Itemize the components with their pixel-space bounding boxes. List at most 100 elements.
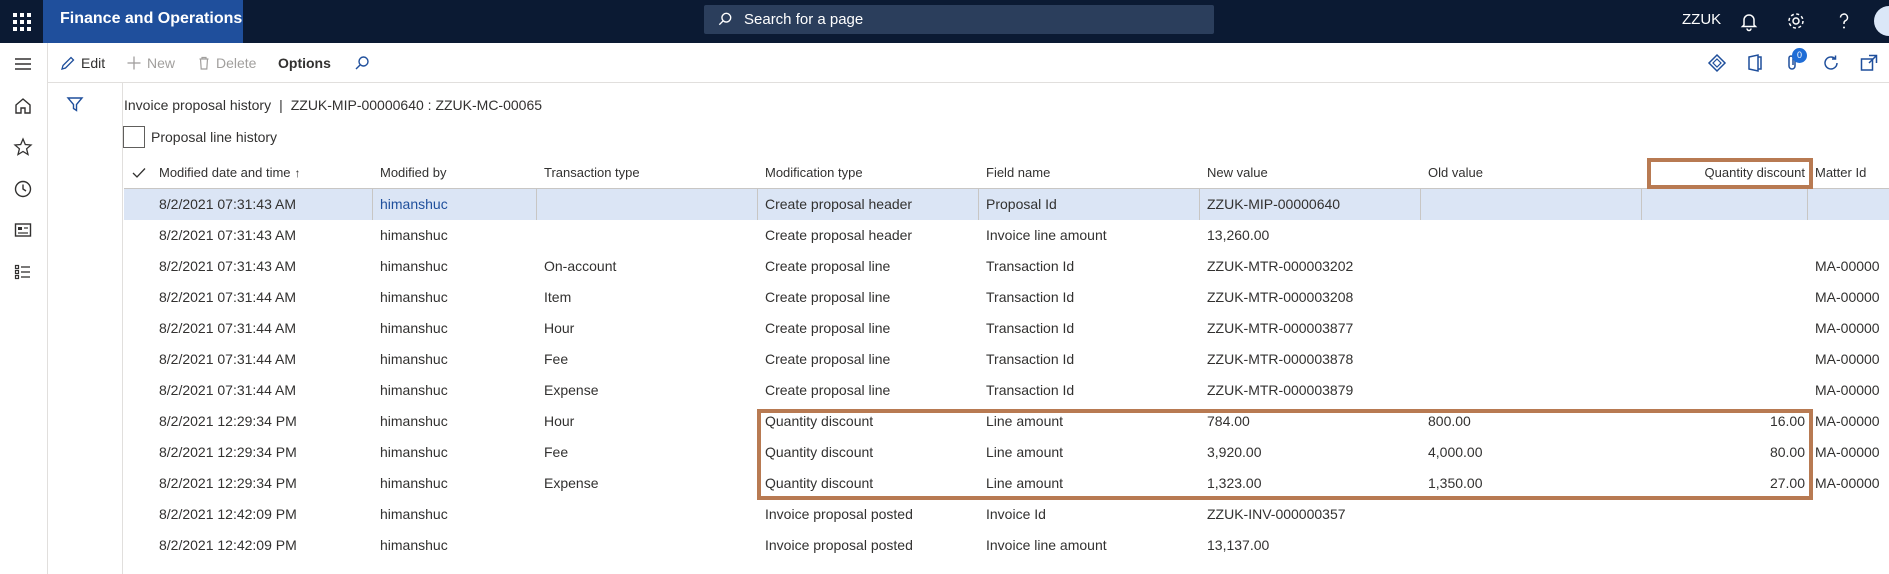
help-icon[interactable] (1833, 10, 1855, 32)
highlight-box-quantity-discount-header (1647, 158, 1813, 189)
table-row[interactable]: 8/2/2021 07:31:44 AM himanshuc Hour Create … (124, 313, 1889, 344)
cell-old-value (1428, 530, 1628, 561)
cell-transaction-type: Fee (544, 444, 569, 460)
cell-transaction-type: On-account (544, 258, 617, 274)
column-header-label: Modified date and time (159, 165, 291, 180)
edit-button[interactable]: Edit (60, 43, 120, 83)
cell-new-value: ZZUK-MTR-000003202 (1207, 258, 1354, 274)
cell-modification-type: Create proposal header (765, 196, 913, 212)
cell-quantity-discount (1649, 375, 1805, 406)
power-apps-diamond-icon[interactable] (1706, 52, 1728, 74)
table-row[interactable]: 8/2/2021 07:31:43 AM himanshuc Create prop… (124, 220, 1889, 251)
table-row[interactable]: 8/2/2021 07:31:44 AM himanshuc Fee Create p… (124, 344, 1889, 375)
cell-matter-id: MA-00000 (1815, 289, 1880, 305)
cell-field-name: Invoice line amount (986, 537, 1107, 553)
cell-modification-type: Invoice proposal posted (765, 506, 913, 522)
cell-modified-date: 8/2/2021 07:31:44 AM (159, 289, 296, 305)
cell-divider (1641, 189, 1642, 220)
cell-transaction-type: Fee (544, 351, 569, 367)
proposal-line-history-label: Proposal line history (151, 129, 278, 145)
cell-quantity-discount (1649, 282, 1805, 313)
caption-separator: | (279, 97, 283, 113)
user-avatar[interactable] (1874, 6, 1889, 36)
app-title[interactable]: Finance and Operations (43, 0, 243, 43)
cell-matter-id: MA-00000 (1815, 382, 1880, 398)
cell-new-value: ZZUK-MTR-000003878 (1207, 351, 1354, 367)
cell-modified-date: 8/2/2021 07:31:44 AM (159, 351, 296, 367)
refresh-icon[interactable] (1820, 52, 1842, 74)
recent-clock-icon[interactable] (12, 178, 34, 200)
cell-quantity-discount (1649, 251, 1805, 282)
column-header-old-value[interactable]: Old value (1428, 157, 1628, 189)
cell-new-value: ZZUK-MIP-00000640 (1207, 196, 1341, 212)
cell-transaction-type (544, 530, 744, 561)
company-picker[interactable]: ZZUK (1682, 11, 1721, 28)
column-header-new-value[interactable]: New value (1207, 157, 1407, 189)
cell-new-value: ZZUK-MTR-000003877 (1207, 320, 1354, 336)
app-launcher-button[interactable] (0, 0, 43, 43)
column-header-modified-date[interactable]: Modified date and time ↑ (159, 157, 359, 189)
cell-divider (372, 189, 373, 220)
cell-modified-date: 8/2/2021 07:31:43 AM (159, 196, 296, 212)
options-button[interactable]: Options (278, 43, 348, 83)
bell-icon[interactable] (1738, 10, 1760, 32)
favorites-star-icon[interactable] (12, 136, 34, 158)
column-header-modification-type[interactable]: Modification type (765, 157, 965, 189)
cell-matter-id: MA-00000 (1815, 444, 1880, 460)
cell-new-value: 13,137.00 (1207, 537, 1270, 553)
gear-icon[interactable] (1785, 10, 1807, 32)
cell-matter-id: MA-00000 (1815, 258, 1880, 274)
new-button[interactable]: New (126, 43, 196, 83)
cell-field-name: Proposal Id (986, 196, 1057, 212)
sort-ascending-icon: ↑ (294, 166, 301, 180)
delete-button[interactable]: Delete (196, 43, 276, 83)
cell-modification-type: Create proposal line (765, 289, 891, 305)
cell-divider (1199, 189, 1200, 220)
table-row[interactable]: 8/2/2021 07:31:43 AM himanshuc On-account C… (124, 251, 1889, 282)
cell-quantity-discount (1649, 499, 1805, 530)
cell-field-name: Transaction Id (986, 351, 1075, 367)
cell-transaction-type: Expense (544, 475, 599, 491)
column-header-transaction-type[interactable]: Transaction type (544, 157, 744, 189)
modules-list-icon[interactable] (12, 261, 34, 283)
column-header-field-name[interactable]: Field name (986, 157, 1186, 189)
table-row[interactable]: 8/2/2021 12:42:09 PM himanshuc Invoice pro… (124, 530, 1889, 561)
cell-transaction-type: Item (544, 289, 572, 305)
table-row[interactable]: 8/2/2021 07:31:43 AM himanshuc Create prop… (124, 189, 1889, 220)
cell-modification-type: Create proposal header (765, 227, 913, 243)
column-header-matter-id[interactable]: Matter Id (1815, 157, 1889, 189)
workspaces-icon[interactable] (12, 219, 34, 241)
cell-modified-by: himanshuc (380, 537, 448, 553)
cell-modified-by: himanshuc (380, 320, 448, 336)
cell-transaction-type: Hour (544, 413, 575, 429)
record-caption: ZZUK-MIP-00000640 : ZZUK-MC-00065 (290, 97, 543, 113)
cell-modification-type: Create proposal line (765, 382, 891, 398)
table-row[interactable]: 8/2/2021 07:31:44 AM himanshuc Item Create … (124, 282, 1889, 313)
select-all-checkmark-icon[interactable] (132, 167, 146, 179)
cell-modified-date: 8/2/2021 07:31:43 AM (159, 258, 296, 274)
cell-transaction-type (544, 220, 744, 251)
search-icon[interactable] (354, 55, 370, 71)
filter-icon[interactable] (66, 95, 84, 113)
proposal-line-history-toggle[interactable]: Proposal line history (123, 125, 277, 149)
cell-transaction-type (544, 189, 744, 220)
home-icon[interactable] (12, 95, 34, 117)
cell-old-value (1428, 499, 1628, 530)
open-in-new-window-icon[interactable] (1858, 52, 1880, 74)
cell-divider (757, 189, 758, 220)
table-row[interactable]: 8/2/2021 07:31:44 AM himanshuc Expense Crea… (124, 375, 1889, 406)
column-header-modified-by[interactable]: Modified by (380, 157, 530, 189)
proposal-line-history-checkbox[interactable] (123, 126, 145, 148)
history-grid: Modified date and time ↑ Modified by Tran… (124, 157, 1889, 574)
cell-modified-by: himanshuc (380, 475, 448, 491)
cell-modified-by[interactable]: himanshuc (380, 189, 530, 220)
cell-modification-type: Create proposal line (765, 258, 891, 274)
cell-modified-date: 8/2/2021 07:31:44 AM (159, 382, 296, 398)
table-row[interactable]: 8/2/2021 12:42:09 PM himanshuc Invoice pro… (124, 499, 1889, 530)
search-page-box[interactable]: Search for a page (704, 5, 1214, 34)
office-icon[interactable] (1744, 52, 1766, 74)
hamburger-menu-icon[interactable] (12, 53, 34, 75)
cell-old-value (1428, 251, 1628, 282)
cell-modified-by: himanshuc (380, 382, 448, 398)
edit-label: Edit (81, 55, 106, 71)
